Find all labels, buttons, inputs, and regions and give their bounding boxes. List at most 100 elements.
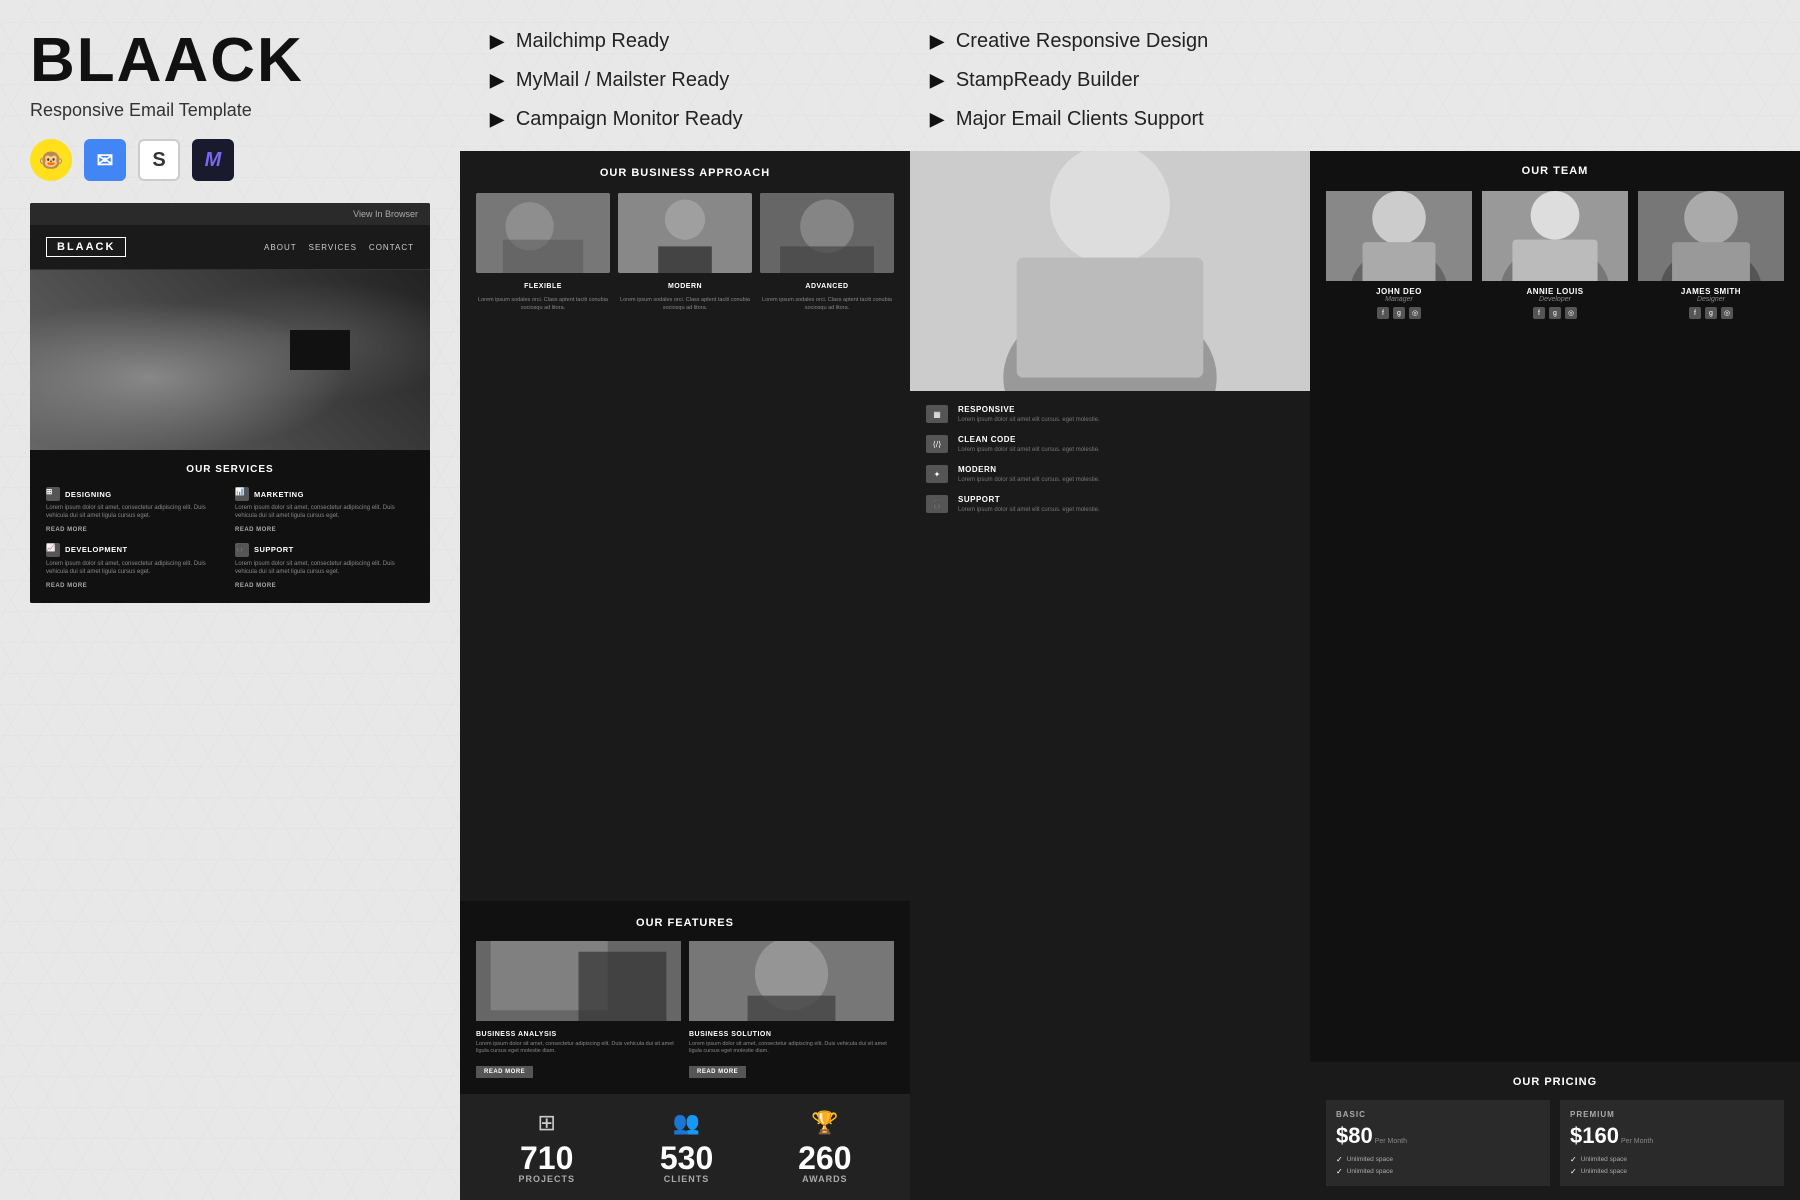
biz-image-3 (760, 193, 894, 273)
feature-email-clients: Major Email Clients Support (956, 108, 1204, 131)
feature-mymail: MyMail / Mailster Ready (516, 69, 729, 92)
list-item: ⟨/⟩ CLEAN CODE Lorem ipsum dolor sit ame… (926, 435, 1294, 455)
pricing-card-basic: BASIC $80 Per Month ✓ Unlimited space (1326, 1100, 1550, 1186)
google-icon[interactable]: g (1549, 307, 1561, 319)
awards-number: 260 (798, 1142, 851, 1174)
designing-readmore[interactable]: READ MORE (46, 527, 225, 533)
basic-feature-1: Unlimited space (1347, 1156, 1393, 1163)
arrow-icon: ▶ (490, 70, 504, 91)
biz-text-advanced: Lorem ipsum sodales orci. Class aptent t… (760, 297, 894, 312)
biz-label-advanced: ADVANCED (760, 283, 894, 290)
google-icon[interactable]: g (1705, 307, 1717, 319)
designing-text: Lorem ipsum dolor sit amet, consectetur … (46, 504, 225, 521)
features-list-panel: ▦ RESPONSIVE Lorem ipsum dolor sit amet … (910, 391, 1310, 529)
pricing-title: OUR PRICING (1326, 1076, 1784, 1088)
nav-contact: CONTACT (369, 243, 414, 252)
check-icon: ✓ (1336, 1155, 1343, 1164)
left-section: BLAACK Responsive Email Template 🐵 ✉ S M… (0, 0, 460, 1200)
table-row: JAMES SMITH Designer f g ◎ (1638, 191, 1784, 319)
right-section: ▶ Creative Responsive Design ▶ StampRead… (910, 0, 1800, 1200)
feature-creative: Creative Responsive Design (956, 30, 1208, 53)
biz-items-row: FLEXIBLE Lorem ipsum sodales orci. Class… (476, 283, 894, 312)
biz-text-flexible: Lorem ipsum sodales orci. Class aptent t… (476, 297, 610, 312)
projects-label: PROJECTS (518, 1174, 575, 1184)
instagram-icon[interactable]: ◎ (1565, 307, 1577, 319)
stamp-logo: S (138, 139, 180, 181)
list-item: BUSINESS ANALYSIS Lorem ipsum dolor sit … (476, 1031, 681, 1078)
nav-services: SERVICES (309, 243, 357, 252)
feature-row: ▶ Campaign Monitor Ready (490, 108, 890, 131)
biz-image-2 (618, 193, 752, 273)
arrow-icon: ▶ (930, 31, 944, 52)
pricing-features-basic: ✓ Unlimited space ✓ Unlimited space (1336, 1155, 1540, 1176)
feature-title-support: SUPPORT (958, 495, 1100, 504)
feat-readmore-solution[interactable]: READ MORE (689, 1066, 746, 1078)
feature-desc-modern: Lorem ipsum dolor sit amet elit cursus. … (958, 476, 1100, 485)
brand-subtitle: Responsive Email Template (30, 100, 430, 121)
instagram-icon[interactable]: ◎ (1721, 307, 1733, 319)
arrow-icon: ▶ (490, 31, 504, 52)
pricing-price-premium: $160 Per Month (1570, 1123, 1774, 1149)
check-icon: ✓ (1570, 1167, 1577, 1176)
feat-text-solution: Lorem ipsum dolor sit amet, consectetur … (689, 1041, 894, 1056)
instagram-icon[interactable]: ◎ (1409, 307, 1421, 319)
feature-title-cleancode: CLEAN CODE (958, 435, 1100, 444)
premium-feature-2: Unlimited space (1581, 1168, 1627, 1175)
feature-desc-responsive: Lorem ipsum dolor sit amet elit cursus. … (958, 416, 1100, 425)
brand-title: BLAACK (30, 30, 430, 92)
right-panel-right: OUR TEAM JOHN DEO (1310, 151, 1800, 1200)
features-title: OUR FEATURES (476, 917, 894, 929)
development-label: DEVELOPMENT (65, 545, 128, 554)
list-item: 🎧 SUPPORT Lorem ipsum dolor sit amet eli… (926, 495, 1294, 515)
preview-hero (30, 270, 430, 450)
preview-header: BLAACK ABOUT SERVICES CONTACT (30, 225, 430, 270)
service-label: ⊞ DESIGNING (46, 487, 225, 501)
google-icon[interactable]: g (1393, 307, 1405, 319)
facebook-icon[interactable]: f (1689, 307, 1701, 319)
responsive-icon: ▦ (926, 405, 948, 423)
list-item: 📊 MARKETING Lorem ipsum dolor sit amet, … (235, 487, 414, 533)
modern-icon: ✦ (926, 465, 948, 483)
panel-main-image (910, 151, 1310, 391)
team-name-john: JOHN DEO (1326, 287, 1472, 296)
feature-row: ▶ StampReady Builder (930, 69, 1770, 92)
table-row: JOHN DEO Manager f g ◎ (1326, 191, 1472, 319)
team-name-james: JAMES SMITH (1638, 287, 1784, 296)
feat-readmore-analysis[interactable]: READ MORE (476, 1066, 533, 1078)
feature-text-cleancode: CLEAN CODE Lorem ipsum dolor sit amet el… (958, 435, 1100, 455)
clients-number: 530 (660, 1142, 713, 1174)
marketing-text: Lorem ipsum dolor sit amet, consectetur … (235, 504, 414, 521)
feature-row: ▶ Major Email Clients Support (930, 108, 1770, 131)
premium-period: Per Month (1621, 1138, 1653, 1145)
marketing-label: MARKETING (254, 490, 304, 499)
arrow-icon: ▶ (490, 109, 504, 130)
designing-label: DESIGNING (65, 490, 112, 499)
stats-bar: ⊞ 710 PROJECTS 👥 530 CLIENTS 🏆 260 AWARD… (460, 1094, 910, 1200)
table-row: ANNIE LOUIS Developer f g ◎ (1482, 191, 1628, 319)
feat-images-row (476, 941, 894, 1021)
facebook-icon[interactable]: f (1377, 307, 1389, 319)
pricing-plan-premium: PREMIUM (1570, 1110, 1774, 1119)
support-readmore[interactable]: READ MORE (235, 583, 414, 589)
preview-hero-image (30, 270, 430, 450)
premium-price: $160 (1570, 1123, 1619, 1149)
middle-section: ▶ Mailchimp Ready ▶ MyMail / Mailster Re… (460, 0, 910, 1200)
pricing-section: OUR PRICING BASIC $80 Per Month ✓ (1310, 1062, 1800, 1200)
support-icon: 🎧 (235, 543, 249, 557)
arrow-icon: ▶ (930, 109, 944, 130)
team-title: OUR TEAM (1326, 165, 1784, 177)
list-item: 🎧 SUPPORT Lorem ipsum dolor sit amet, co… (235, 543, 414, 589)
right-panels: ▦ RESPONSIVE Lorem ipsum dolor sit amet … (910, 151, 1800, 1200)
basic-price: $80 (1336, 1123, 1373, 1149)
feature-desc-support: Lorem ipsum dolor sit amet elit cursus. … (958, 506, 1100, 515)
development-readmore[interactable]: READ MORE (46, 583, 225, 589)
team-section: OUR TEAM JOHN DEO (1310, 151, 1800, 1062)
check-icon: ✓ (1570, 1155, 1577, 1164)
support-icon: 🎧 (926, 495, 948, 513)
clients-label: CLIENTS (660, 1174, 713, 1184)
facebook-icon[interactable]: f (1533, 307, 1545, 319)
marketing-readmore[interactable]: READ MORE (235, 527, 414, 533)
team-role-john: Manager (1326, 296, 1472, 303)
business-preview: OUR BUSINESS APPROACH (460, 151, 910, 901)
person-image (910, 151, 1310, 391)
